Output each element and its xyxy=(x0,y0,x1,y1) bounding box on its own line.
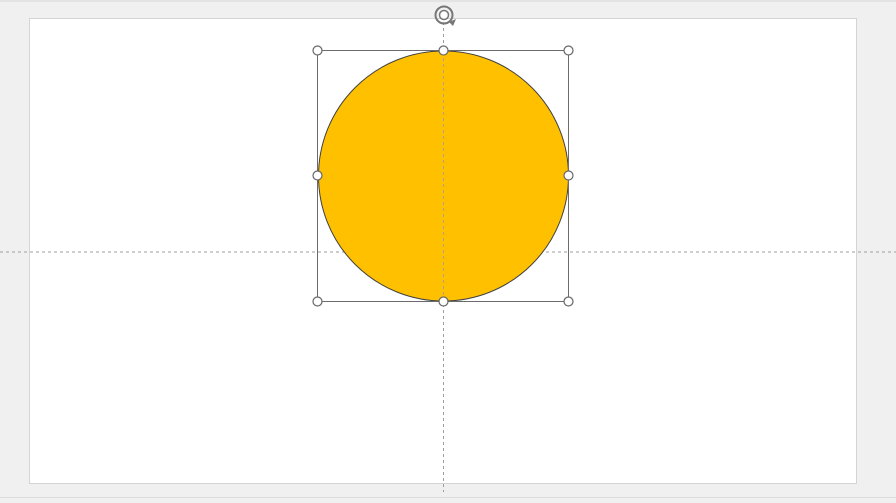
resize-handle-bottom-center[interactable] xyxy=(438,296,449,307)
resize-handle-top-center[interactable] xyxy=(438,45,449,56)
resize-handle-bottom-left[interactable] xyxy=(312,296,323,307)
resize-handle-middle-left[interactable] xyxy=(312,170,323,181)
yellow-circle-shape[interactable] xyxy=(318,50,569,302)
resize-handle-middle-right[interactable] xyxy=(563,170,574,181)
canvas-top-border xyxy=(0,0,896,2)
resize-handle-top-right[interactable] xyxy=(563,45,574,56)
canvas-bottom-border xyxy=(0,497,896,498)
resize-handle-top-left[interactable] xyxy=(312,45,323,56)
resize-handle-bottom-right[interactable] xyxy=(563,296,574,307)
